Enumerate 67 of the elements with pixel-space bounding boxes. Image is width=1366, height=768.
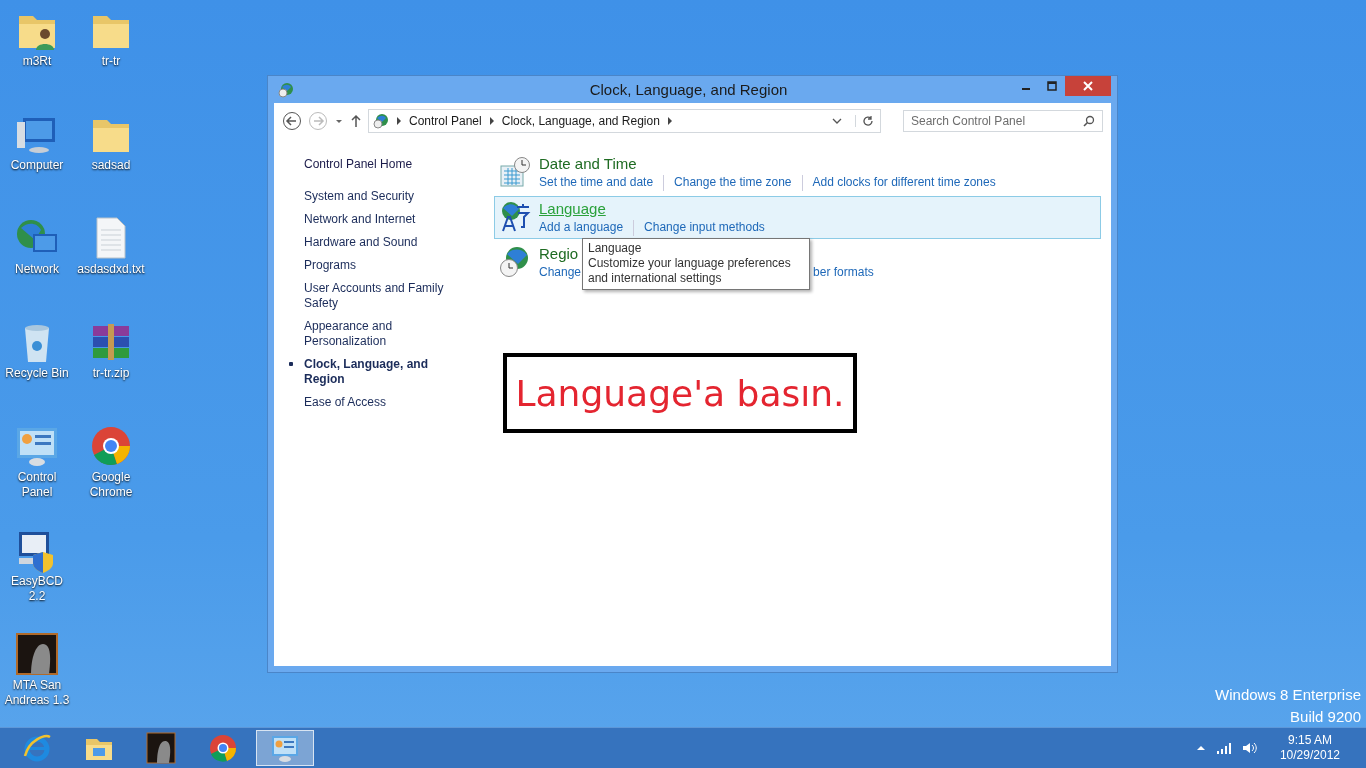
sidebar-item[interactable]: Ease of Access xyxy=(288,395,468,410)
close-button[interactable] xyxy=(1065,76,1111,96)
minimize-icon xyxy=(1022,88,1030,90)
desktop-icon-label: Computer xyxy=(9,158,65,173)
sidebar-item[interactable]: Hardware and Sound xyxy=(288,235,468,250)
tooltip-title: Language xyxy=(588,241,643,256)
globe-clock-icon xyxy=(278,81,294,98)
desktop-icon-label: m3Rt xyxy=(21,54,53,69)
edition-text: Build 9200 xyxy=(1290,707,1361,727)
sidebar-item[interactable]: System and Security xyxy=(288,189,468,204)
sidebar-link[interactable]: Control Panel Home xyxy=(288,157,488,171)
breadcrumb[interactable]: Clock, Language, and Region xyxy=(501,114,660,128)
back-button[interactable] xyxy=(282,111,302,131)
desktop-icon-label: tr-tr xyxy=(100,54,122,69)
taskbar-clock[interactable]: 9:15 AM 10/29/2012 xyxy=(1279,733,1340,763)
speaker-icon[interactable] xyxy=(1241,742,1258,754)
dark-figure-icon[interactable] xyxy=(13,630,61,678)
refresh-icon[interactable] xyxy=(855,115,874,127)
breadcrumb-arrow-icon[interactable] xyxy=(396,117,402,125)
tooltip-text: Customize your language preferences and international settings xyxy=(588,256,792,286)
desktop-icon-label: tr-tr.zip xyxy=(91,366,131,381)
address-bar[interactable]: Control Panel Clock, Language, and Region xyxy=(368,109,881,133)
dark-figure-icon xyxy=(145,732,177,764)
maximize-icon xyxy=(1047,81,1057,91)
task-link[interactable]: Set the time and date xyxy=(539,174,654,191)
task-link[interactable]: Add clocks for different time zones xyxy=(812,174,996,191)
task-link[interactable]: Change the time zone xyxy=(674,174,792,191)
category-link[interactable]: Date and Time xyxy=(539,154,637,174)
desktop-icon-label: MTA San Andreas 1.3 xyxy=(3,678,71,708)
category-highlight[interactable]: Language Add a language Change input methods xyxy=(494,196,1101,239)
chevron-down-icon[interactable] xyxy=(832,116,842,126)
task-link[interactable]: Change xyxy=(539,264,582,281)
signal-bars-icon[interactable] xyxy=(1215,742,1232,754)
task-link[interactable]: Change input methods xyxy=(644,219,765,236)
sidebar-item[interactable]: Appearance and Personalization xyxy=(288,319,468,349)
sidebar-item[interactable]: Network and Internet xyxy=(288,212,468,227)
show-hidden-icons-caret[interactable] xyxy=(1195,743,1206,753)
edition-text: Windows 8 Enterprise xyxy=(1215,685,1361,705)
clock-time: 9:15 AM xyxy=(1287,733,1332,748)
search-icon[interactable] xyxy=(1083,115,1095,127)
desktop-icon-label: asdasdxd.txt xyxy=(76,262,146,277)
breadcrumb-arrow-icon[interactable] xyxy=(666,117,673,125)
desktop-icon-label: Google Chrome xyxy=(88,470,134,500)
breadcrumb-arrow-icon[interactable] xyxy=(488,117,495,125)
clock-date: 10/29/2012 xyxy=(1279,748,1340,763)
globe-letters-icon[interactable] xyxy=(499,201,531,233)
desktop-icon-label: EasyBCD 2.2 xyxy=(10,574,64,604)
instruction-callout: Language'a basın. xyxy=(503,353,857,433)
desktop-icon-label: Control Panel xyxy=(16,470,58,500)
breadcrumb[interactable]: Control Panel xyxy=(409,114,482,128)
desktop-icon-label: Recycle Bin xyxy=(4,366,70,381)
up-arrow-icon[interactable] xyxy=(350,114,362,128)
globe-clock-icon xyxy=(373,113,389,129)
category-link[interactable]: Regio xyxy=(539,244,579,264)
search-field[interactable]: Search Control Panel xyxy=(903,110,1103,132)
sidebar-item[interactable]: User Accounts and Family Safety xyxy=(288,281,468,311)
task-link[interactable]: ber formats xyxy=(813,264,874,281)
desktop-icon-label: Network xyxy=(14,262,60,277)
window-title: Clock, Language, and Region xyxy=(588,81,789,98)
sidebar-item[interactable]: Programs xyxy=(288,258,468,273)
globe-clock-icon[interactable] xyxy=(499,246,531,278)
calendar-clock-icon[interactable] xyxy=(499,156,531,188)
browser-e-icon xyxy=(21,732,53,764)
close-icon xyxy=(1083,81,1093,91)
chrome-icon xyxy=(207,732,239,764)
task-link[interactable]: Add a language xyxy=(539,219,624,236)
desktop-icon-label: sadsad xyxy=(90,158,132,173)
